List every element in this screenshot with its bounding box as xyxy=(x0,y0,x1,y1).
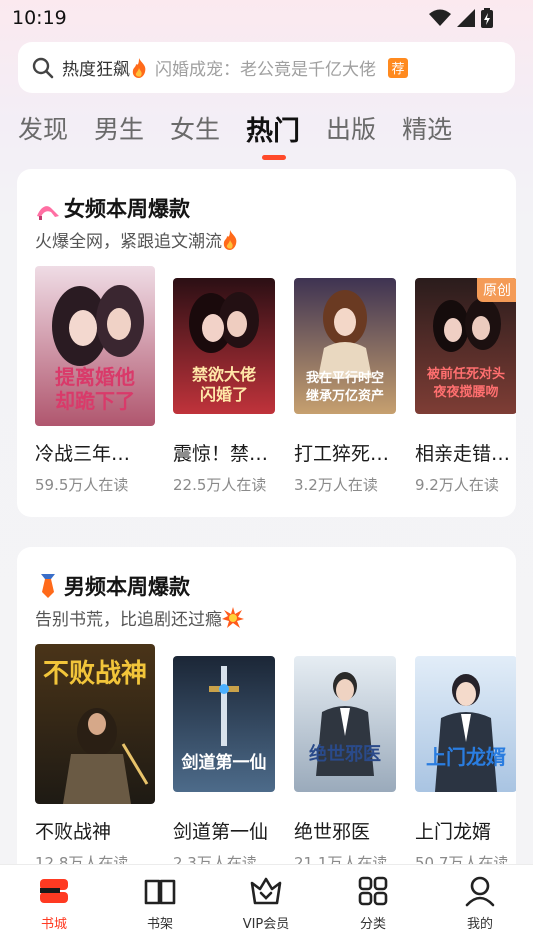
section-subtitle-text: 告别书荒，比追剧还过瘾 xyxy=(35,610,222,630)
svg-text:被前任死对头: 被前任死对头 xyxy=(426,366,505,382)
book-cover: 不败战神 xyxy=(35,644,155,804)
tab-featured[interactable]: 精选 xyxy=(402,110,452,148)
status-icons xyxy=(429,8,493,28)
book-row: 不败战神 不败战神 12.8万人在读 剑道第一仙 剑道第一仙 2.3万人在读 绝… xyxy=(35,644,516,877)
book-title: 打工猝死… xyxy=(294,443,390,465)
section-subtitle: 火爆全网，紧跟追文潮流 xyxy=(35,227,238,252)
book-title: 绝世邪医 xyxy=(294,821,371,843)
original-badge: 原创 xyxy=(477,278,516,302)
vip-crown-icon xyxy=(250,877,282,905)
fire-icon xyxy=(132,57,146,78)
search-hot-label: 热度狂飙 xyxy=(62,60,130,80)
section-subtitle: 告别书荒，比追剧还过瘾 xyxy=(35,605,244,630)
book-title: 相亲走错… xyxy=(415,443,511,465)
book-readers: 9.2万人在读 xyxy=(415,476,499,494)
battery-icon xyxy=(481,8,493,28)
bookstore-icon xyxy=(40,879,68,903)
book-title: 剑道第一仙 xyxy=(173,821,269,843)
book-cover: 剑道第一仙 xyxy=(173,656,275,792)
nav-bookshelf[interactable]: 书架 xyxy=(120,873,200,932)
section-title-text: 男频本周爆款 xyxy=(64,575,190,599)
status-time: 10:19 xyxy=(12,7,67,29)
bottom-navigation: 书城 书架 VIP会员 分类 我的 xyxy=(0,864,533,948)
nav-label: 分类 xyxy=(359,917,386,932)
book-cover: 提离婚他 却跪下了 xyxy=(35,266,155,426)
book-row: 提离婚他 却跪下了 冷战三年… 59.5万人在读 禁欲大佬 闪婚了 震惊！禁… 22… xyxy=(35,266,516,506)
book-cover: 禁欲大佬 闪婚了 xyxy=(173,278,275,414)
book-title: 冷战三年… xyxy=(35,443,131,465)
explosion-icon xyxy=(222,606,244,628)
svg-text:剑道第一仙: 剑道第一仙 xyxy=(181,752,267,773)
tab-publish[interactable]: 出版 xyxy=(326,110,376,148)
recommend-badge: 荐 xyxy=(388,57,408,78)
tab-discover[interactable]: 发现 xyxy=(18,110,68,148)
book-readers: 59.5万人在读 xyxy=(35,476,129,494)
book-cover: 我在平行时空 继承万亿资产 xyxy=(294,278,396,414)
svg-text:闪婚了: 闪婚了 xyxy=(200,385,248,404)
category-grid-icon xyxy=(358,876,388,906)
svg-text:提离婚他: 提离婚他 xyxy=(55,365,135,389)
bookshelf-icon xyxy=(144,879,176,905)
profile-icon xyxy=(465,876,495,907)
svg-text:夜夜搅腰吻: 夜夜搅腰吻 xyxy=(432,384,498,400)
nav-label: VIP会员 xyxy=(242,917,290,932)
female-weekly-section: 女频本周爆款 火爆全网，紧跟追文潮流 提离婚他 却跪下了 冷战三年… 59.5万人… xyxy=(17,169,516,517)
book-title: 震惊！禁… xyxy=(173,443,269,465)
fire-icon xyxy=(223,229,237,250)
tab-hot[interactable]: 热门 xyxy=(246,109,300,160)
section-subtitle-text: 火爆全网，紧跟追文潮流 xyxy=(35,232,222,252)
book-title: 不败战神 xyxy=(35,821,112,843)
nav-bookstore[interactable]: 书城 xyxy=(14,873,94,932)
status-bar: 10:19 xyxy=(0,0,533,38)
necktie-icon xyxy=(41,574,55,598)
section-title-text: 女频本周爆款 xyxy=(64,197,190,221)
book-readers: 22.5万人在读 xyxy=(173,476,267,494)
svg-text:继承万亿资产: 继承万亿资产 xyxy=(306,388,384,404)
search-suggestion: 闪婚成宠：老公竟是千亿大佬 xyxy=(155,60,376,80)
nav-label: 书城 xyxy=(40,917,67,932)
svg-text:却跪下了: 却跪下了 xyxy=(55,389,135,413)
svg-text:不败战神: 不败战神 xyxy=(43,659,147,689)
section-title: 女频本周爆款 xyxy=(35,193,190,223)
nav-label: 书架 xyxy=(146,917,173,932)
book-title: 上门龙婿 xyxy=(415,821,492,843)
svg-text:禁欲大佬: 禁欲大佬 xyxy=(192,365,256,384)
signal-icon xyxy=(457,9,475,27)
book-cover: 绝世邪医 xyxy=(294,656,396,792)
tab-male[interactable]: 男生 xyxy=(94,110,144,148)
nav-category[interactable]: 分类 xyxy=(333,873,413,932)
book-cover: 上门龙婿 xyxy=(415,656,516,792)
book-cover: 被前任死对头 夜夜搅腰吻 原创 xyxy=(415,278,516,414)
search-bar[interactable]: 热度狂飙 闪婚成宠：老公竟是千亿大佬 荐 xyxy=(18,42,515,93)
svg-text:上门龙婿: 上门龙婿 xyxy=(426,745,506,769)
svg-text:绝世邪医: 绝世邪医 xyxy=(309,743,381,765)
nav-vip[interactable]: VIP会员 xyxy=(226,873,306,932)
book-readers: 3.2万人在读 xyxy=(294,476,378,494)
svg-text:我在平行时空: 我在平行时空 xyxy=(306,370,384,386)
section-title: 男频本周爆款 xyxy=(35,571,190,601)
male-weekly-section: 男频本周爆款 告别书荒，比追剧还过瘾 不败战神 不败战神 12.8万人在读 剑道… xyxy=(17,547,516,877)
nav-profile[interactable]: 我的 xyxy=(440,873,520,932)
tab-female[interactable]: 女生 xyxy=(170,110,220,148)
wifi-icon xyxy=(429,9,451,26)
nav-label: 我的 xyxy=(466,917,493,932)
search-icon xyxy=(32,57,54,78)
category-tabs: 发现 男生 女生 热门 出版 精选 xyxy=(18,109,478,160)
high-heel-icon xyxy=(37,206,59,220)
